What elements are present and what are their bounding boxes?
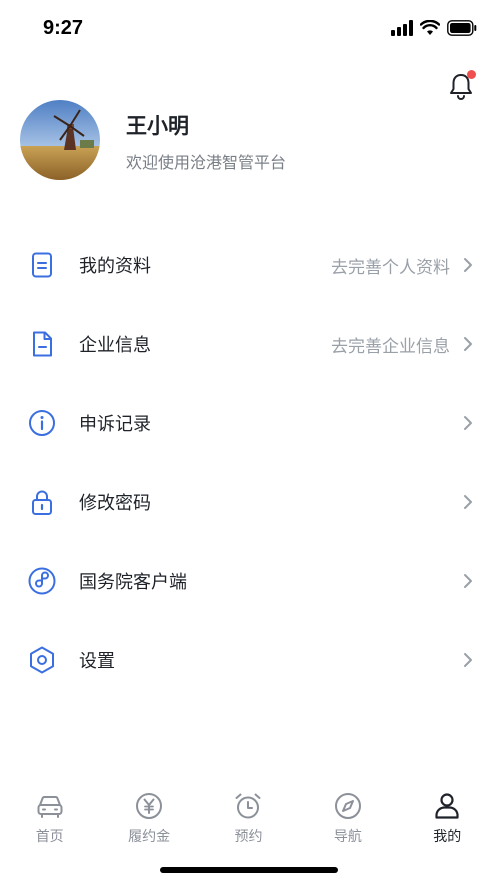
- menu-item-label: 国务院客户端: [79, 572, 187, 593]
- tab-label: 预约: [234, 829, 263, 845]
- menu-item-label: 设置: [79, 651, 115, 672]
- battery-icon: [447, 20, 477, 36]
- tab-label: 我的: [433, 829, 462, 845]
- menu-item-hint: 去完善个人资料: [331, 258, 450, 278]
- file-minus-icon: [33, 331, 52, 357]
- notification-bell-button[interactable]: [445, 70, 477, 102]
- menu-item-label: 企业信息: [79, 335, 151, 356]
- tab-deposit[interactable]: 履约金: [99, 780, 198, 850]
- tab-label: 首页: [35, 829, 64, 845]
- tab-booking[interactable]: 预约: [199, 780, 298, 850]
- status-bar: 9:27: [0, 0, 497, 60]
- status-icons: [391, 20, 477, 36]
- menu-item-label: 修改密码: [79, 493, 151, 514]
- chevron-right-icon: [464, 574, 472, 588]
- cellular-signal-icon: [391, 20, 413, 36]
- avatar[interactable]: [20, 100, 100, 180]
- menu-item-company-info[interactable]: 企业信息 去完善企业信息: [0, 304, 497, 383]
- user-icon: [435, 793, 459, 819]
- alarm-clock-icon: [235, 793, 261, 819]
- info-circle-icon: [29, 410, 55, 436]
- tab-navigation[interactable]: 导航: [298, 780, 397, 850]
- tab-label: 导航: [333, 829, 362, 845]
- user-name: 王小明: [126, 114, 189, 138]
- chevron-right-icon: [464, 258, 472, 272]
- menu-item-my-profile[interactable]: 我的资料 去完善个人资料: [0, 225, 497, 304]
- settings-hexagon-icon: [30, 646, 54, 674]
- tab-mine[interactable]: 我的: [398, 780, 497, 850]
- profile-header: 王小明 欢迎使用沧港智管平台: [20, 100, 480, 182]
- menu-item-hint: 去完善企业信息: [331, 337, 450, 357]
- menu-item-change-password[interactable]: 修改密码: [0, 462, 497, 541]
- link-circle-icon: [28, 567, 56, 595]
- menu-item-settings[interactable]: 设置: [0, 620, 497, 699]
- notification-badge-dot: [467, 70, 476, 79]
- document-icon: [32, 252, 52, 278]
- compass-icon: [334, 793, 361, 819]
- chevron-right-icon: [464, 495, 472, 509]
- chevron-right-icon: [464, 416, 472, 430]
- menu-item-label: 我的资料: [79, 256, 151, 277]
- menu-item-appeal-records[interactable]: 申诉记录: [0, 383, 497, 462]
- wifi-icon: [420, 20, 440, 35]
- car-icon: [37, 796, 63, 818]
- yen-coin-icon: [136, 793, 163, 819]
- home-indicator: [160, 867, 338, 873]
- bottom-tab-bar: 首页 履约金 预约 导航 我的: [0, 780, 497, 850]
- lock-icon: [32, 490, 52, 515]
- welcome-subtitle: 欢迎使用沧港智管平台: [126, 153, 287, 172]
- chevron-right-icon: [464, 653, 472, 667]
- status-time: 9:27: [43, 17, 84, 39]
- chevron-right-icon: [464, 337, 472, 351]
- tab-label: 履约金: [128, 829, 171, 845]
- avatar-windmill-photo: [20, 100, 100, 180]
- tab-home[interactable]: 首页: [0, 780, 99, 850]
- settings-menu: 我的资料 去完善个人资料 企业信息 去完善企业信息 申诉记录 修改密码 国务院客…: [0, 225, 497, 699]
- menu-item-state-council-client[interactable]: 国务院客户端: [0, 541, 497, 620]
- menu-item-label: 申诉记录: [79, 414, 151, 435]
